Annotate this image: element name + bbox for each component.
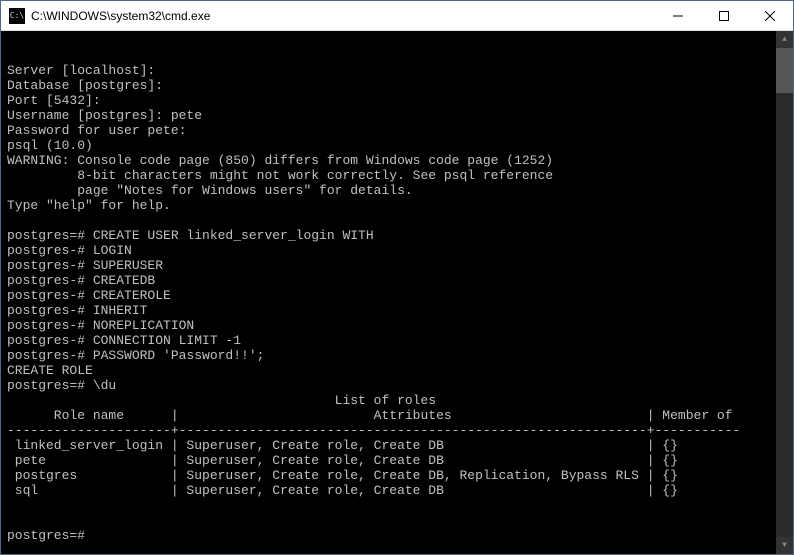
terminal-line: Database [postgres]: — [7, 78, 793, 93]
terminal-line: Type "help" for help. — [7, 198, 793, 213]
terminal-line: postgres-# CREATEDB — [7, 273, 793, 288]
close-button[interactable] — [747, 1, 793, 30]
terminal-line — [7, 213, 793, 228]
terminal-line — [7, 513, 793, 528]
cmd-icon: C:\ — [9, 8, 25, 24]
terminal-line: psql (10.0) — [7, 138, 793, 153]
terminal-output[interactable]: Server [localhost]:Database [postgres]:P… — [1, 31, 793, 554]
scroll-track[interactable] — [776, 48, 793, 537]
maximize-button[interactable] — [701, 1, 747, 30]
terminal-line: Role name | Attributes | Member of — [7, 408, 793, 423]
terminal-line: Password for user pete: — [7, 123, 793, 138]
terminal-line: sql | Superuser, Create role, Create DB … — [7, 483, 793, 498]
minimize-icon — [673, 11, 683, 21]
terminal-line: pete | Superuser, Create role, Create DB… — [7, 453, 793, 468]
terminal-line: Username [postgres]: pete — [7, 108, 793, 123]
cmd-window: C:\ C:\WINDOWS\system32\cmd.exe Server [… — [0, 0, 794, 555]
terminal-line: postgres=# \du — [7, 378, 793, 393]
window-title: C:\WINDOWS\system32\cmd.exe — [31, 9, 655, 23]
terminal-line: postgres-# LOGIN — [7, 243, 793, 258]
terminal-line: ---------------------+------------------… — [7, 423, 793, 438]
terminal-line: CREATE ROLE — [7, 363, 793, 378]
titlebar[interactable]: C:\ C:\WINDOWS\system32\cmd.exe — [1, 1, 793, 31]
terminal-line: WARNING: Console code page (850) differs… — [7, 153, 793, 168]
terminal-line: postgres-# SUPERUSER — [7, 258, 793, 273]
window-controls — [655, 1, 793, 30]
terminal-line: 8-bit characters might not work correctl… — [7, 168, 793, 183]
terminal-line: List of roles — [7, 393, 793, 408]
close-icon — [765, 11, 775, 21]
terminal-line: postgres-# CONNECTION LIMIT -1 — [7, 333, 793, 348]
terminal-line: postgres=# — [7, 528, 793, 543]
terminal-line: postgres-# INHERIT — [7, 303, 793, 318]
terminal-line: postgres-# NOREPLICATION — [7, 318, 793, 333]
terminal-line: Port [5432]: — [7, 93, 793, 108]
minimize-button[interactable] — [655, 1, 701, 30]
scroll-thumb[interactable] — [776, 48, 793, 93]
maximize-icon — [719, 11, 729, 21]
terminal-line: postgres=# CREATE USER linked_server_log… — [7, 228, 793, 243]
terminal-line — [7, 498, 793, 513]
scrollbar[interactable]: ▲ ▼ — [776, 31, 793, 554]
terminal-line: postgres | Superuser, Create role, Creat… — [7, 468, 793, 483]
terminal-lines: Server [localhost]:Database [postgres]:P… — [7, 63, 793, 543]
scroll-down-icon[interactable]: ▼ — [776, 537, 793, 554]
terminal-line: linked_server_login | Superuser, Create … — [7, 438, 793, 453]
terminal-line: page "Notes for Windows users" for detai… — [7, 183, 793, 198]
terminal-line: postgres-# CREATEROLE — [7, 288, 793, 303]
terminal-line: Server [localhost]: — [7, 63, 793, 78]
scroll-up-icon[interactable]: ▲ — [776, 31, 793, 48]
terminal-line: postgres-# PASSWORD 'Password!!'; — [7, 348, 793, 363]
